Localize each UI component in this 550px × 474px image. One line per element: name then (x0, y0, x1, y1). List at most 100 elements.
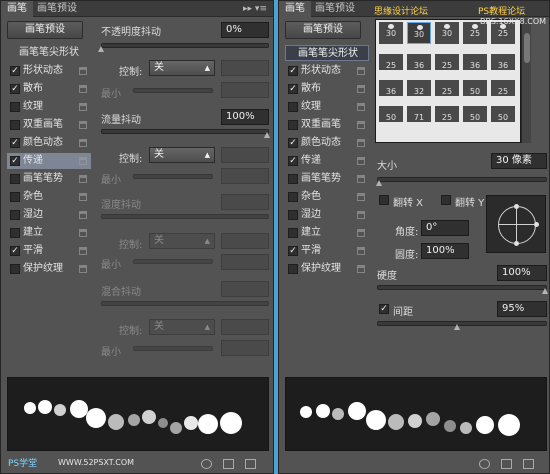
checkbox-protect-texture[interactable] (288, 264, 298, 274)
lock-icon[interactable] (357, 103, 365, 111)
checkbox-dual-brush[interactable] (10, 120, 20, 130)
toggle-brush-preview-icon[interactable] (479, 459, 490, 469)
checkbox-wet-edges[interactable] (10, 210, 20, 220)
checkbox-color-dynamics[interactable]: ✓ (10, 138, 20, 148)
lock-icon[interactable] (357, 193, 365, 201)
checkbox-brush-pose[interactable] (10, 174, 20, 184)
checkbox-noise[interactable] (10, 192, 20, 202)
list-item-texture[interactable]: 纹理 (285, 99, 369, 115)
checkbox-texture[interactable] (10, 102, 20, 112)
opacity-control-select[interactable]: 关 ▲ (149, 60, 215, 76)
checkbox-smoothing[interactable]: ✓ (10, 246, 20, 256)
checkbox-brush-pose[interactable] (288, 174, 298, 184)
list-item-texture[interactable]: 纹理 (7, 99, 91, 115)
list-item-noise[interactable]: 杂色 (285, 189, 369, 205)
brush-tip[interactable]: 25 (435, 106, 459, 122)
lock-icon[interactable] (79, 85, 87, 93)
checkbox-scattering[interactable]: ✓ (10, 84, 20, 94)
list-item-color-dynamics[interactable]: ✓ 颜色动态 (7, 135, 91, 151)
slider-thumb[interactable] (542, 288, 548, 294)
brush-tip[interactable]: 25 (435, 80, 459, 96)
checkbox-smoothing[interactable]: ✓ (288, 246, 298, 256)
wetness-jitter-slider[interactable] (101, 214, 269, 219)
lock-icon[interactable] (79, 175, 87, 183)
list-item-build-up[interactable]: 建立 (7, 225, 91, 241)
lock-icon[interactable] (357, 211, 365, 219)
spacing-value[interactable]: 95% (497, 301, 547, 317)
checkbox-texture[interactable] (288, 102, 298, 112)
hardness-value[interactable]: 100% (497, 265, 547, 281)
mix-min-slider[interactable] (133, 346, 213, 351)
list-item-tip-shape[interactable]: 画笔笔尖形状 (7, 45, 91, 61)
slider-thumb[interactable] (376, 180, 382, 186)
brush-tip[interactable]: 36 (491, 54, 515, 70)
toggle-brush-preview-icon[interactable] (201, 459, 212, 469)
angle-handle[interactable] (534, 222, 539, 227)
brush-tip[interactable]: 71 (407, 106, 431, 122)
grid-icon[interactable] (501, 459, 512, 469)
brush-tip-grid[interactable]: 30 30 30 25 25 25 36 25 36 36 36 32 25 5… (375, 19, 521, 143)
checkbox-wet-edges[interactable] (288, 210, 298, 220)
checkbox-dual-brush[interactable] (288, 120, 298, 130)
list-item-transfer[interactable]: ✓ 传递 (285, 153, 369, 169)
lock-icon[interactable] (79, 265, 87, 273)
list-item-tip-shape[interactable]: 画笔笔尖形状 (285, 45, 369, 61)
roundness-value[interactable]: 100% (421, 243, 469, 259)
brush-tip[interactable]: 32 (407, 80, 431, 96)
brush-presets-button[interactable]: 画笔预设 (7, 21, 83, 39)
checkbox-transfer[interactable]: ✓ (10, 156, 20, 166)
brush-tip[interactable]: 50 (463, 80, 487, 96)
brush-tip[interactable]: 50 (491, 106, 515, 122)
panel-menu-icon[interactable]: ▸▸ ▾≡ (243, 1, 267, 17)
brush-tip[interactable]: 30 (379, 22, 403, 44)
checkbox-color-dynamics[interactable]: ✓ (288, 138, 298, 148)
list-item-dual-brush[interactable]: 双重画笔 (285, 117, 369, 133)
flip-x-checkbox[interactable] (379, 195, 389, 205)
brush-tip[interactable]: 25 (379, 54, 403, 70)
flow-control-select[interactable]: 关 ▲ (149, 147, 215, 163)
roundness-handle[interactable] (514, 241, 519, 246)
brush-tip[interactable]: 50 (379, 106, 403, 122)
checkbox-protect-texture[interactable] (10, 264, 20, 274)
list-item-smoothing[interactable]: ✓ 平滑 (285, 243, 369, 259)
flow-jitter-slider[interactable] (101, 129, 270, 138)
brush-tip[interactable]: 30 (435, 22, 459, 44)
lock-icon[interactable] (79, 103, 87, 111)
hardness-slider[interactable] (377, 285, 548, 294)
brush-tip[interactable]: 36 (379, 80, 403, 96)
checkbox-build-up[interactable] (288, 228, 298, 238)
tab-brush-presets[interactable]: 画笔预设 (31, 1, 83, 17)
list-item-color-dynamics[interactable]: ✓ 颜色动态 (285, 135, 369, 151)
list-item-transfer[interactable]: ✓ 传递 (7, 153, 91, 169)
lock-icon[interactable] (79, 67, 87, 75)
brush-tip[interactable]: 25 (435, 54, 459, 70)
list-item-build-up[interactable]: 建立 (285, 225, 369, 241)
opacity-jitter-slider[interactable] (98, 43, 269, 52)
list-item-shape-dynamics[interactable]: ✓ 形状动态 (285, 63, 369, 79)
lock-icon[interactable] (357, 247, 365, 255)
size-value[interactable]: 30 像素 (491, 153, 547, 169)
lock-icon[interactable] (79, 193, 87, 201)
brush-tip[interactable]: 25 (491, 80, 515, 96)
checkbox-shape-dynamics[interactable]: ✓ (10, 66, 20, 76)
new-brush-icon[interactable] (523, 459, 534, 469)
angle-value[interactable]: 0° (421, 220, 469, 236)
list-item-shape-dynamics[interactable]: ✓ 形状动态 (7, 63, 91, 79)
lock-icon[interactable] (357, 121, 365, 129)
brush-presets-button[interactable]: 画笔预设 (285, 21, 361, 39)
checkbox-shape-dynamics[interactable]: ✓ (288, 66, 298, 76)
brush-tip-selected[interactable]: 30 (407, 22, 431, 44)
lock-icon[interactable] (357, 139, 365, 147)
list-item-noise[interactable]: 杂色 (7, 189, 91, 205)
lock-icon[interactable] (79, 139, 87, 147)
mix-control-select[interactable]: 关 ▲ (149, 319, 215, 335)
flip-y-checkbox[interactable] (441, 195, 451, 205)
brush-tip[interactable]: 50 (463, 106, 487, 122)
brush-grid-scrollbar[interactable] (521, 19, 531, 143)
list-item-smoothing[interactable]: ✓ 平滑 (7, 243, 91, 259)
lock-icon[interactable] (357, 67, 365, 75)
brush-tip[interactable]: 36 (407, 54, 431, 70)
tab-brush-presets[interactable]: 画笔预设 (309, 1, 361, 17)
checkbox-build-up[interactable] (10, 228, 20, 238)
lock-icon[interactable] (357, 157, 365, 165)
